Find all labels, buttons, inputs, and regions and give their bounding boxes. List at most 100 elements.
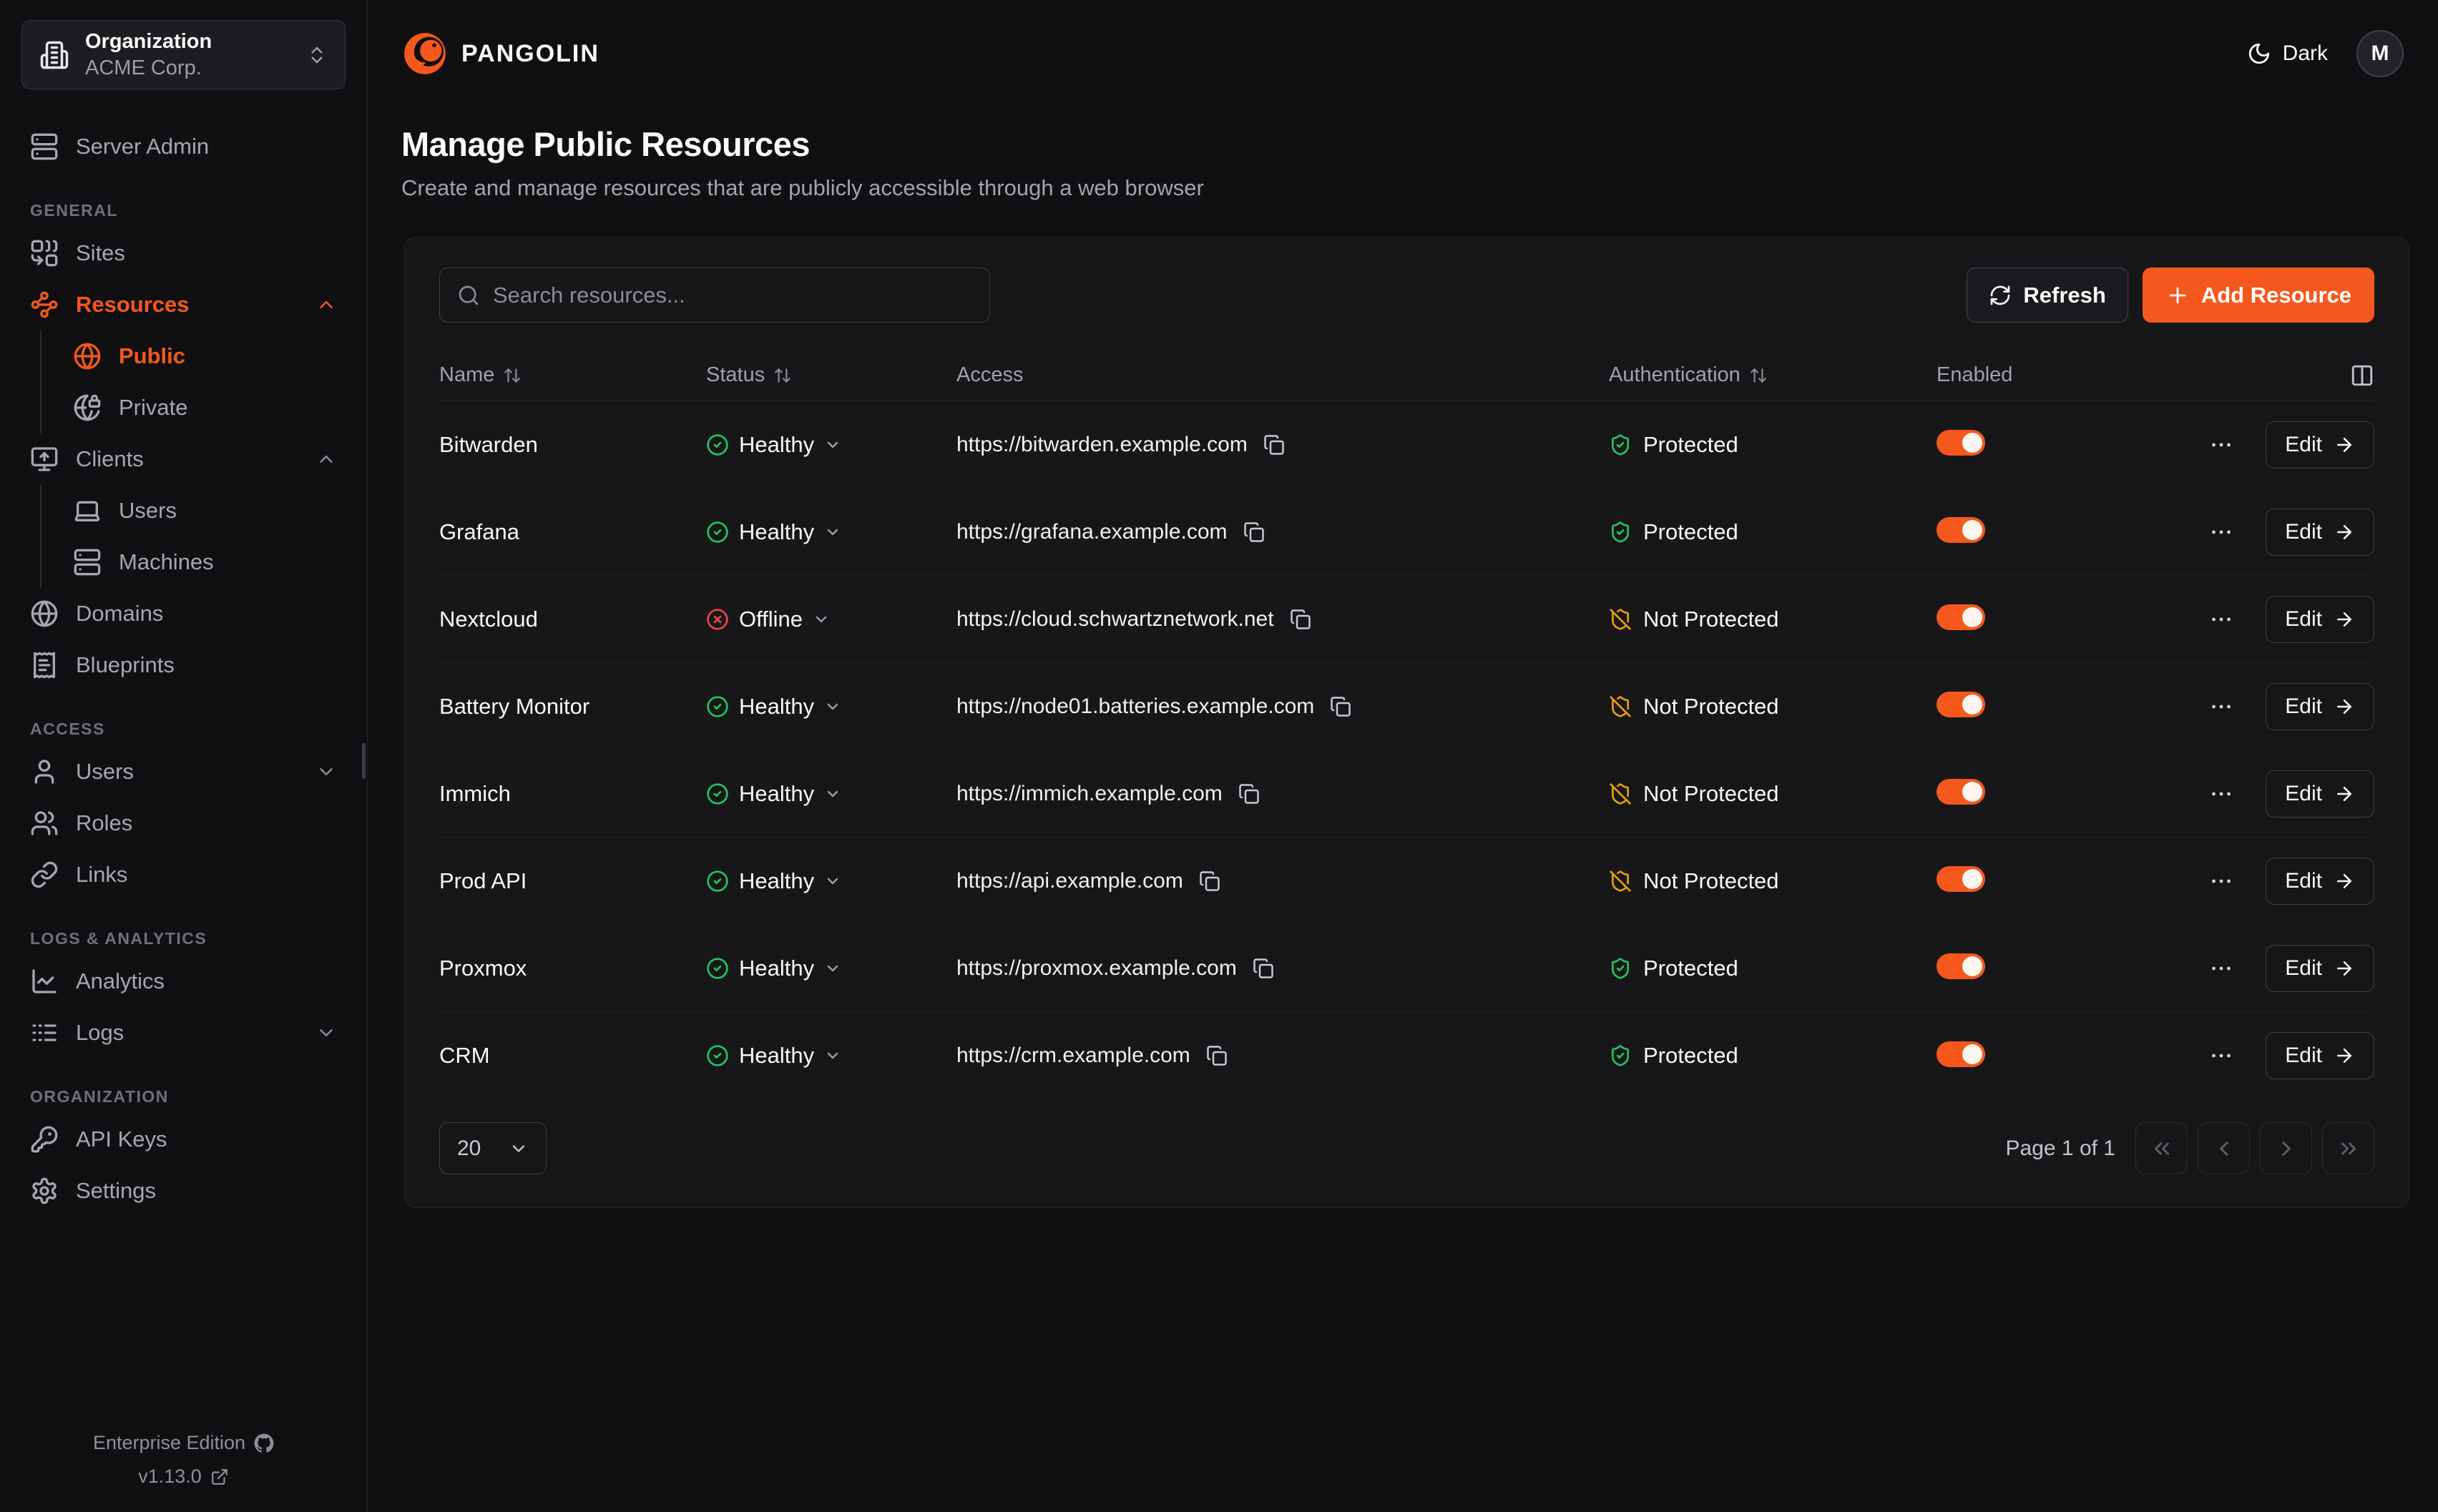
edition-link[interactable]: Enterprise Edition bbox=[93, 1432, 274, 1454]
sidebar-item-machines[interactable]: Machines bbox=[64, 536, 346, 588]
enabled-toggle[interactable] bbox=[1937, 866, 1985, 892]
clients-submenu: Users Machines bbox=[40, 485, 346, 588]
edit-button[interactable]: Edit bbox=[2266, 858, 2374, 905]
row-menu-button[interactable] bbox=[2208, 956, 2234, 981]
last-page-button[interactable] bbox=[2322, 1122, 2374, 1174]
edit-button[interactable]: Edit bbox=[2266, 683, 2374, 730]
search-input[interactable] bbox=[493, 283, 972, 308]
copy-url-button[interactable] bbox=[1263, 434, 1285, 456]
next-page-button[interactable] bbox=[2260, 1122, 2312, 1174]
edit-button[interactable]: Edit bbox=[2266, 421, 2374, 468]
sidebar-item-logs[interactable]: Logs bbox=[21, 1007, 346, 1059]
authentication-cell: Not Protected bbox=[1609, 607, 1937, 632]
sidebar-scrollbar-thumb[interactable] bbox=[362, 743, 366, 779]
column-header-authentication[interactable]: Authentication bbox=[1609, 363, 1937, 387]
resource-url: https://bitwarden.example.com bbox=[956, 433, 1248, 457]
version-link[interactable]: v1.13.0 bbox=[138, 1466, 229, 1488]
copy-url-button[interactable] bbox=[1330, 696, 1351, 717]
chevron-down-icon bbox=[824, 698, 841, 715]
sidebar-item-api-keys[interactable]: API Keys bbox=[21, 1114, 346, 1165]
previous-page-button[interactable] bbox=[2198, 1122, 2250, 1174]
enabled-toggle[interactable] bbox=[1937, 517, 1985, 543]
authentication-label: Not Protected bbox=[1643, 607, 1779, 632]
edit-button[interactable]: Edit bbox=[2266, 770, 2374, 818]
status-label: Healthy bbox=[739, 432, 814, 458]
enabled-toggle[interactable] bbox=[1937, 604, 1985, 630]
topbar: PANGOLIN Dark M bbox=[368, 0, 2438, 107]
row-menu-button[interactable] bbox=[2208, 868, 2234, 894]
authentication-label: Protected bbox=[1643, 432, 1738, 458]
column-header-name[interactable]: Name bbox=[439, 363, 706, 387]
first-page-button[interactable] bbox=[2135, 1122, 2188, 1174]
enabled-toggle[interactable] bbox=[1937, 692, 1985, 717]
row-menu-button[interactable] bbox=[2208, 432, 2234, 458]
row-menu-button[interactable] bbox=[2208, 1043, 2234, 1069]
status-dropdown[interactable]: Healthy bbox=[706, 432, 956, 458]
copy-url-button[interactable] bbox=[1199, 870, 1220, 892]
edit-button[interactable]: Edit bbox=[2266, 596, 2374, 643]
refresh-button[interactable]: Refresh bbox=[1967, 267, 2128, 323]
table-row: Bitwarden Healthy https://bitwarden.exam… bbox=[439, 401, 2374, 489]
access-cell: https://cloud.schwartznetwork.net bbox=[956, 607, 1609, 632]
sidebar-item-private[interactable]: Private bbox=[64, 382, 346, 433]
shield-off-icon bbox=[1609, 695, 1632, 718]
theme-toggle-button[interactable]: Dark bbox=[2247, 41, 2328, 66]
sidebar-item-domains[interactable]: Domains bbox=[21, 588, 346, 639]
column-header-status[interactable]: Status bbox=[706, 363, 956, 387]
section-heading-organization: ORGANIZATION bbox=[21, 1087, 346, 1106]
org-switcher[interactable]: Organization ACME Corp. bbox=[21, 20, 346, 89]
access-cell: https://api.example.com bbox=[956, 869, 1609, 893]
copy-url-button[interactable] bbox=[1253, 958, 1274, 979]
sidebar-item-label: Private bbox=[119, 395, 187, 421]
copy-url-button[interactable] bbox=[1238, 783, 1260, 805]
sidebar-item-roles[interactable]: Roles bbox=[21, 797, 346, 849]
sidebar-item-sites[interactable]: Sites bbox=[21, 227, 346, 279]
row-menu-button[interactable] bbox=[2208, 607, 2234, 632]
sidebar-item-server-admin[interactable]: Server Admin bbox=[21, 121, 346, 172]
user-avatar[interactable]: M bbox=[2356, 30, 2404, 77]
combine-icon bbox=[30, 239, 59, 267]
authentication-cell: Protected bbox=[1609, 519, 1937, 545]
edit-button[interactable]: Edit bbox=[2266, 1032, 2374, 1079]
sidebar-item-users[interactable]: Users bbox=[21, 746, 346, 797]
column-visibility-button[interactable] bbox=[2115, 363, 2374, 388]
sidebar-item-settings[interactable]: Settings bbox=[21, 1165, 346, 1217]
copy-url-button[interactable] bbox=[1290, 609, 1311, 630]
resource-name: Prod API bbox=[439, 868, 706, 894]
status-label: Healthy bbox=[739, 781, 814, 807]
sidebar-item-clients[interactable]: Clients bbox=[21, 433, 346, 485]
status-dropdown[interactable]: Healthy bbox=[706, 694, 956, 720]
copy-url-button[interactable] bbox=[1206, 1045, 1228, 1066]
topbar-right: Dark M bbox=[2247, 30, 2404, 77]
column-header-access: Access bbox=[956, 363, 1609, 387]
edit-label: Edit bbox=[2285, 1044, 2322, 1068]
enabled-toggle[interactable] bbox=[1937, 1041, 1985, 1067]
arrow-right-icon bbox=[2334, 870, 2355, 892]
row-menu-button[interactable] bbox=[2208, 519, 2234, 545]
enabled-toggle[interactable] bbox=[1937, 779, 1985, 805]
status-dropdown[interactable]: Healthy bbox=[706, 1043, 956, 1069]
copy-url-button[interactable] bbox=[1243, 521, 1265, 543]
enabled-toggle[interactable] bbox=[1937, 430, 1985, 456]
add-resource-button[interactable]: Add Resource bbox=[2143, 267, 2374, 323]
row-menu-button[interactable] bbox=[2208, 694, 2234, 720]
add-resource-label: Add Resource bbox=[2201, 283, 2351, 308]
status-dropdown[interactable]: Healthy bbox=[706, 868, 956, 894]
status-dropdown[interactable]: Healthy bbox=[706, 781, 956, 807]
edit-button[interactable]: Edit bbox=[2266, 509, 2374, 556]
sidebar-item-client-users[interactable]: Users bbox=[64, 485, 346, 536]
sidebar-item-resources[interactable]: Resources bbox=[21, 279, 346, 330]
row-menu-button[interactable] bbox=[2208, 781, 2234, 807]
sidebar-item-analytics[interactable]: Analytics bbox=[21, 956, 346, 1007]
sidebar-item-public[interactable]: Public bbox=[64, 330, 346, 382]
sidebar-item-links[interactable]: Links bbox=[21, 849, 346, 900]
chevron-down-icon bbox=[315, 1022, 337, 1044]
page-size-select[interactable]: 20 bbox=[439, 1122, 547, 1174]
status-dropdown[interactable]: Healthy bbox=[706, 519, 956, 545]
sidebar-item-blueprints[interactable]: Blueprints bbox=[21, 639, 346, 691]
edit-button[interactable]: Edit bbox=[2266, 945, 2374, 992]
page-info: Page 1 of 1 bbox=[2006, 1137, 2115, 1161]
status-dropdown[interactable]: Healthy bbox=[706, 956, 956, 981]
enabled-toggle[interactable] bbox=[1937, 953, 1985, 979]
status-dropdown[interactable]: Offline bbox=[706, 607, 956, 632]
